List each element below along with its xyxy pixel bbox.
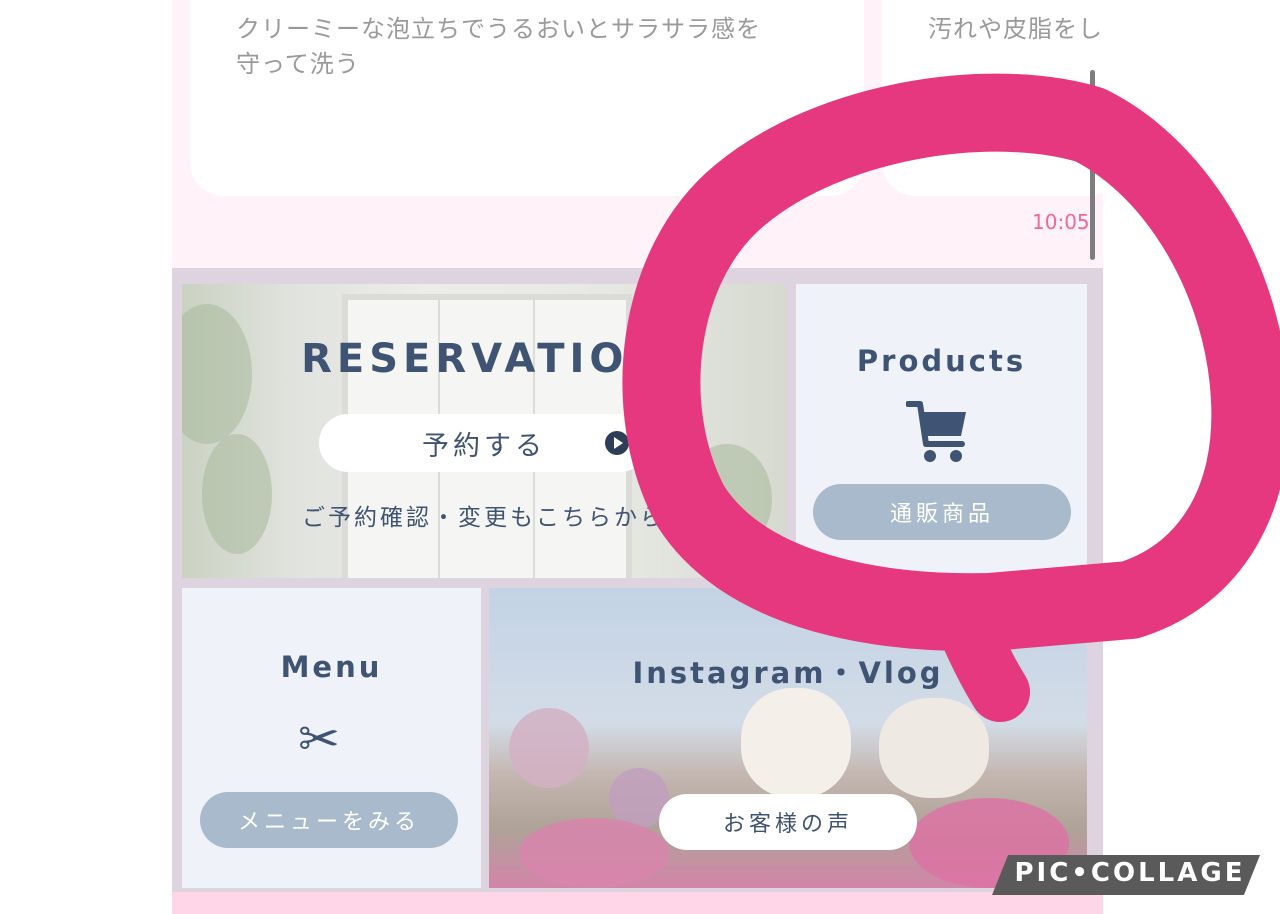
play-circle-icon [605, 431, 629, 455]
instagram-tile[interactable]: Instagram・Vlog お客様の声 [489, 588, 1087, 888]
reservation-title: RESERVATION [301, 336, 667, 382]
products-title: Products [856, 344, 1027, 378]
reservation-tile[interactable]: RESERVATION 予約する ご予約確認・変更もこちらから [182, 284, 786, 578]
reserve-button-label: 予約する [422, 430, 546, 462]
feature-card[interactable]: 汚れや皮脂をし 洗いあがりは最 [882, 0, 1103, 196]
message-time: 10:05 [1032, 210, 1090, 234]
products-tile[interactable]: Products 通販商品 [796, 284, 1087, 578]
scrollbar-thumb[interactable] [1090, 70, 1095, 260]
menu-tile[interactable]: Menu ✂ メニューをみる [182, 588, 481, 888]
instagram-title: Instagram・Vlog [632, 656, 944, 690]
app-screen: クリーミーな泡立ちでうるおいとサラサラ感を 守って洗う 汚れや皮脂をし 洗いあが… [172, 0, 1103, 914]
bottom-bar [172, 892, 1103, 914]
view-menu-button[interactable]: メニューをみる [200, 792, 458, 848]
feature-card-text: 汚れや皮脂をし 洗いあがりは最 [928, 15, 1103, 43]
rich-menu-grid: RESERVATION 予約する ご予約確認・変更もこちらから Products… [172, 268, 1103, 892]
watermark-text: PIC•COLLAGE [1014, 858, 1246, 888]
reserve-button[interactable]: 予約する [319, 414, 649, 472]
menu-title: Menu [280, 650, 383, 684]
cart-icon [906, 401, 966, 462]
scissors-icon: ✂ [298, 710, 340, 768]
feature-card-text: クリーミーな泡立ちでうるおいとサラサラ感を 守って洗う [236, 15, 761, 78]
feature-card[interactable]: クリーミーな泡立ちでうるおいとサラサラ感を 守って洗う [190, 0, 864, 196]
mail-order-button[interactable]: 通販商品 [813, 484, 1071, 540]
reservation-subtext: ご予約確認・変更もこちらから [302, 505, 666, 531]
customer-voice-button[interactable]: お客様の声 [659, 794, 917, 850]
